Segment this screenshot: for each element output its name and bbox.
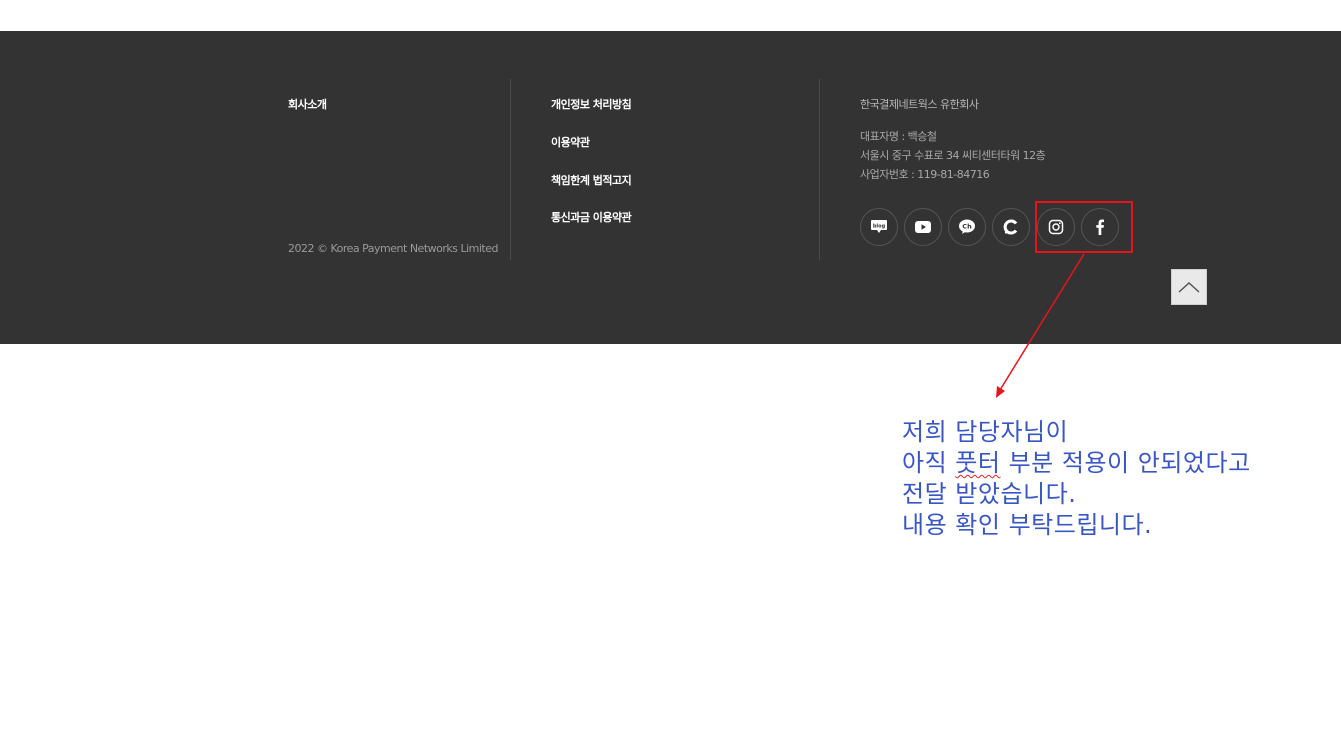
annotation-note-line: 저희 담당자님이: [902, 418, 1069, 446]
annotation-note-line: 내용 확인 부탁드립니다.: [902, 511, 1153, 539]
annotation-note-line: 전달 받았습니다.: [902, 480, 1077, 508]
spellcheck-marked-word: 풋터: [955, 449, 1001, 477]
annotation-note-line: 아직 풋터 부분 적용이 안되었다고: [902, 449, 1251, 477]
annotation-arrow: [996, 253, 1085, 398]
